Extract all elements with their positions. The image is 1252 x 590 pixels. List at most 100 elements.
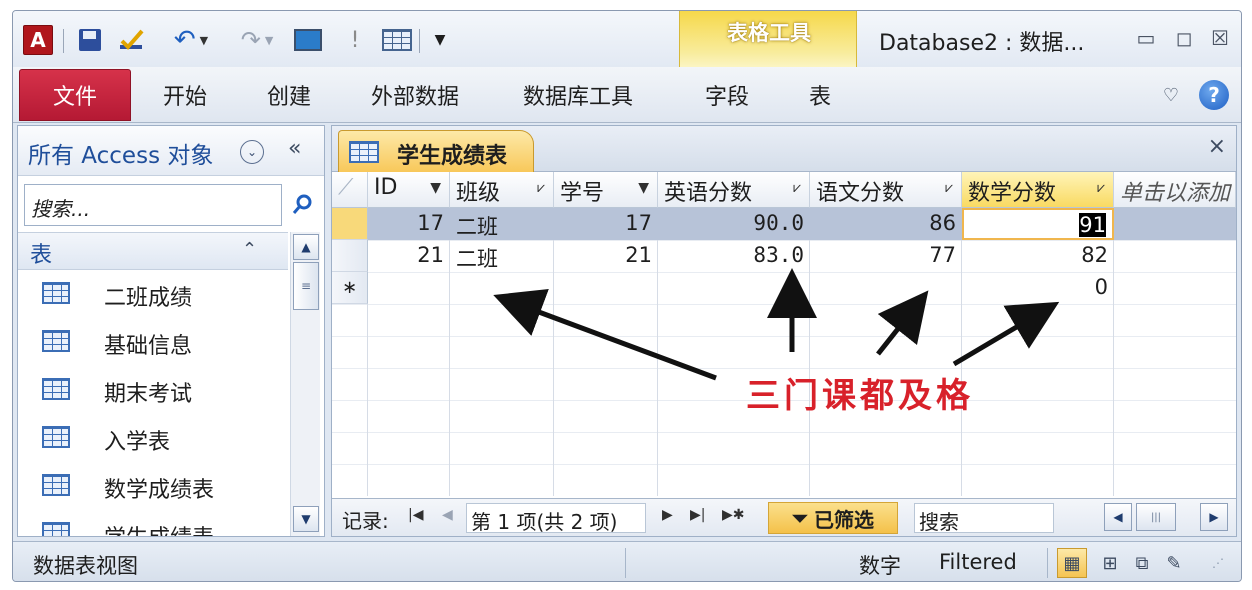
chevron-down-icon[interactable]: ▼	[430, 180, 441, 196]
help-button[interactable]: ?	[1197, 79, 1231, 111]
close-document-icon[interactable]: ×	[1208, 134, 1226, 159]
undo-icon[interactable]: ↶ ▼	[163, 25, 219, 55]
column-header-id[interactable]: ID ▼	[368, 172, 450, 208]
nav-pane-title[interactable]: 所有 Access 对象	[28, 136, 213, 170]
ribbon-minimize-icon[interactable]: ♡	[1159, 79, 1183, 111]
cell-math[interactable]: 82	[962, 240, 1114, 272]
tab-create[interactable]: 创建	[267, 79, 311, 111]
scroll-down-icon[interactable]: ▼	[293, 506, 319, 532]
select-all-corner[interactable]: ⟋	[332, 172, 368, 208]
edit-icon[interactable]	[117, 25, 147, 55]
document-tab[interactable]: 学生成绩表	[338, 130, 534, 172]
cell-math[interactable]: 91	[962, 208, 1114, 240]
cell-class[interactable]: 二班	[450, 208, 554, 240]
cell-student-no[interactable]: 21	[554, 240, 658, 272]
cell-class[interactable]: 二班	[450, 240, 554, 272]
cell-math-value: 91	[1079, 213, 1106, 237]
minimize-button[interactable]: ▭	[1131, 23, 1161, 53]
customize-qat-icon[interactable]: ▼	[425, 25, 455, 55]
cell-english[interactable]: 83.0	[658, 240, 810, 272]
nav-group-tables[interactable]: 表 ⌃	[18, 232, 288, 270]
chevron-down-icon[interactable]: ▼	[638, 180, 649, 196]
datasheet-grid[interactable]: ⟋ ID ▼ 班级 ⩗ 学号 ▼ 英语分数 ⩗ 语文分数 ⩗ 数学分数 ⩗ 单击以添加 17…	[332, 172, 1236, 496]
bulb-icon[interactable]: !	[343, 25, 367, 55]
column-header-class[interactable]: 班级 ⩗	[450, 172, 554, 208]
tab-external-data[interactable]: 外部数据	[371, 79, 459, 111]
datasheet-view-icon[interactable]: ▦	[1057, 548, 1087, 578]
first-record-icon[interactable]: |◀	[408, 507, 423, 523]
qat-separator	[63, 29, 64, 53]
row-selector[interactable]	[332, 208, 368, 240]
undo-dropdown-icon[interactable]: ▼	[200, 34, 208, 47]
next-record-icon[interactable]: ▶	[662, 507, 673, 523]
column-header-label: 班级	[456, 181, 501, 206]
title-bar: A ↶ ▼ ↷ ▼ ! ▼ 表格工具 Database2 : 数据... ▭ ◻ ☒	[13, 11, 1241, 121]
nav-group-label: 表	[30, 243, 53, 268]
record-position-field[interactable]: 第 1 项(共 2 项)	[466, 503, 646, 533]
nav-item-table[interactable]: 学生成绩表	[18, 512, 288, 536]
redo-dropdown-icon[interactable]: ▼	[265, 34, 273, 47]
scroll-up-icon[interactable]: ▲	[293, 234, 319, 260]
resize-grip-icon[interactable]: ⋰	[1203, 548, 1233, 578]
cell-student-no[interactable]: 17	[554, 208, 658, 240]
nav-item-table[interactable]: 基础信息	[18, 320, 288, 366]
column-header-math[interactable]: 数学分数 ⩗	[962, 172, 1114, 208]
design-view-icon[interactable]: ✎	[1159, 548, 1189, 578]
nav-item-table[interactable]: 二班成绩	[18, 272, 288, 318]
row-selector[interactable]	[332, 240, 368, 272]
cell-chinese[interactable]: 86	[810, 208, 962, 240]
cell-math-default[interactable]: 0	[962, 272, 1114, 304]
new-record-icon[interactable]: ▶✱	[722, 507, 745, 523]
filter-icon[interactable]: ⩗	[793, 180, 801, 196]
restore-button[interactable]: ◻	[1169, 23, 1199, 53]
filter-icon[interactable]: ⩗	[537, 180, 545, 196]
pivot-chart-view-icon[interactable]: ⧉	[1127, 548, 1157, 578]
last-record-icon[interactable]: ▶|	[690, 507, 705, 523]
cell-chinese[interactable]: 77	[810, 240, 962, 272]
column-header-english[interactable]: 英语分数 ⩗	[658, 172, 810, 208]
tab-table[interactable]: 表	[809, 79, 831, 111]
record-search-input[interactable]: 搜索	[914, 503, 1054, 534]
context-group-title: 表格工具	[727, 21, 811, 45]
chevron-up-icon[interactable]: ⌃	[242, 239, 257, 260]
cell-english[interactable]: 90.0	[658, 208, 810, 240]
nav-pane-header[interactable]: 所有 Access 对象 ⌄ «	[18, 126, 324, 176]
column-header-add-field[interactable]: 单击以添加	[1114, 172, 1236, 208]
tab-home[interactable]: 开始	[163, 79, 207, 111]
tab-fields[interactable]: 字段	[705, 79, 749, 111]
redo-icon[interactable]: ↷ ▼	[229, 25, 285, 55]
access-app-icon[interactable]: A	[23, 25, 53, 55]
cell-id[interactable]: 17	[368, 208, 450, 240]
search-icon[interactable]	[284, 184, 320, 226]
collapse-nav-button[interactable]: «	[288, 136, 301, 161]
nav-search-input[interactable]: 搜索...	[24, 184, 282, 226]
nav-item-table[interactable]: 数学成绩表	[18, 464, 288, 510]
help-icon: ?	[1199, 80, 1229, 110]
filter-toggle-button[interactable]: ⏷ 已筛选	[768, 502, 898, 534]
nav-scrollbar[interactable]: ▲ ≡ ▼	[290, 232, 320, 536]
tab-database-tools[interactable]: 数据库工具	[523, 79, 633, 111]
nav-item-label: 二班成绩	[104, 286, 193, 311]
filter-icon[interactable]: ⩗	[945, 180, 953, 196]
close-button[interactable]: ☒	[1205, 23, 1235, 53]
pivot-table-view-icon[interactable]: ⊞	[1095, 548, 1125, 578]
scroll-thumb[interactable]: ≡	[293, 262, 319, 310]
column-header-label: 学号	[560, 181, 605, 206]
column-header-student-no[interactable]: 学号 ▼	[554, 172, 658, 208]
chevron-down-icon[interactable]: ⌄	[240, 140, 264, 164]
monitor-icon[interactable]	[291, 25, 325, 55]
scroll-right-icon[interactable]: ▶	[1200, 503, 1228, 531]
scroll-thumb[interactable]: |||	[1136, 503, 1176, 531]
previous-record-icon[interactable]: ◀	[442, 507, 453, 523]
horizontal-scrollbar[interactable]: ◀ ||| ▶	[1104, 503, 1230, 533]
nav-item-table[interactable]: 入学表	[18, 416, 288, 462]
tab-file[interactable]: 文件	[19, 69, 131, 121]
column-header-chinese[interactable]: 语文分数 ⩗	[810, 172, 962, 208]
nav-item-table[interactable]: 期末考试	[18, 368, 288, 414]
table-view-icon[interactable]	[377, 25, 417, 55]
scroll-left-icon[interactable]: ◀	[1104, 503, 1132, 531]
cell-id[interactable]: 21	[368, 240, 450, 272]
filter-icon[interactable]: ⩗	[1097, 180, 1105, 196]
save-icon[interactable]	[77, 25, 103, 55]
new-row-selector[interactable]: ∗	[332, 272, 368, 304]
